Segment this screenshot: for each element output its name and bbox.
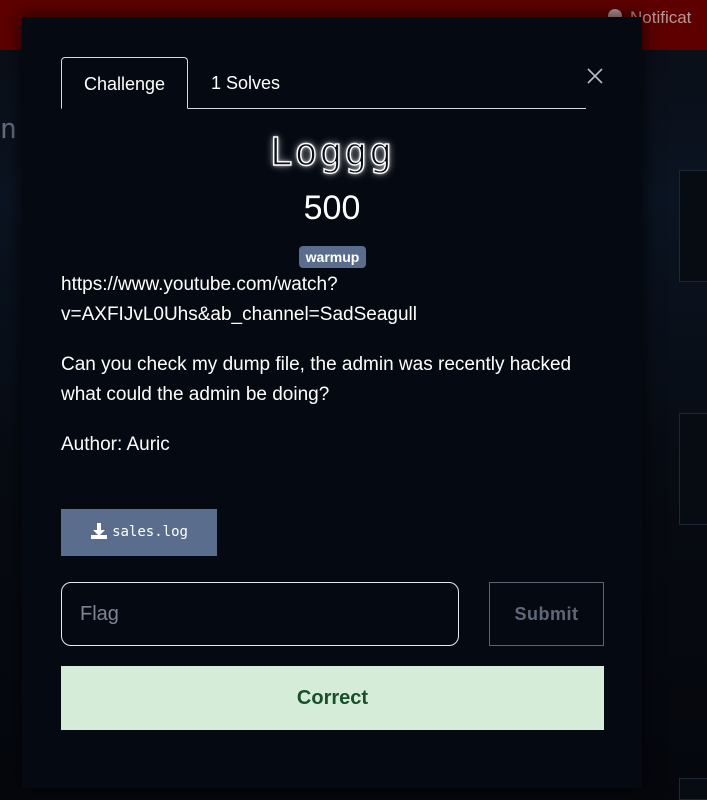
description-line: Can you check my dump file, the admin wa…	[61, 354, 572, 375]
tab-challenge[interactable]: Challenge	[61, 57, 188, 109]
download-icon	[91, 523, 108, 539]
challenge-name: Loggg	[269, 129, 395, 174]
description-line: what could the admin be doing?	[61, 384, 330, 405]
description-link-line: v=AXFIJvL0Uhs&ab_channel=SadSeagull	[61, 304, 417, 325]
challenge-description: Can you check my dump file, the admin wa…	[61, 350, 601, 410]
submit-button[interactable]: Submit	[489, 582, 604, 646]
background-card	[679, 413, 707, 525]
result-alert: Correct	[61, 666, 604, 730]
background-heading-fragment: n	[0, 112, 17, 145]
challenge-tag-badge: warmup	[299, 246, 366, 268]
background-card	[679, 778, 707, 800]
tab-solves[interactable]: 1 Solves	[211, 57, 280, 108]
file-download-label: sales.log	[112, 524, 188, 540]
challenge-description-link[interactable]: https://www.youtube.com/watch? v=AXFIJvL…	[61, 270, 601, 330]
close-icon[interactable]	[584, 65, 606, 87]
modal-tabs: Challenge 1 Solves	[61, 57, 586, 109]
description-link-line: https://www.youtube.com/watch?	[61, 274, 338, 295]
background-card	[679, 170, 707, 282]
file-download-button[interactable]: sales.log	[61, 509, 217, 556]
flag-input[interactable]	[61, 582, 459, 646]
challenge-author: Author: Auric	[61, 434, 170, 455]
challenge-modal: Challenge 1 Solves Loggg 500 warmup http…	[22, 17, 642, 788]
challenge-points: 500	[303, 189, 361, 227]
